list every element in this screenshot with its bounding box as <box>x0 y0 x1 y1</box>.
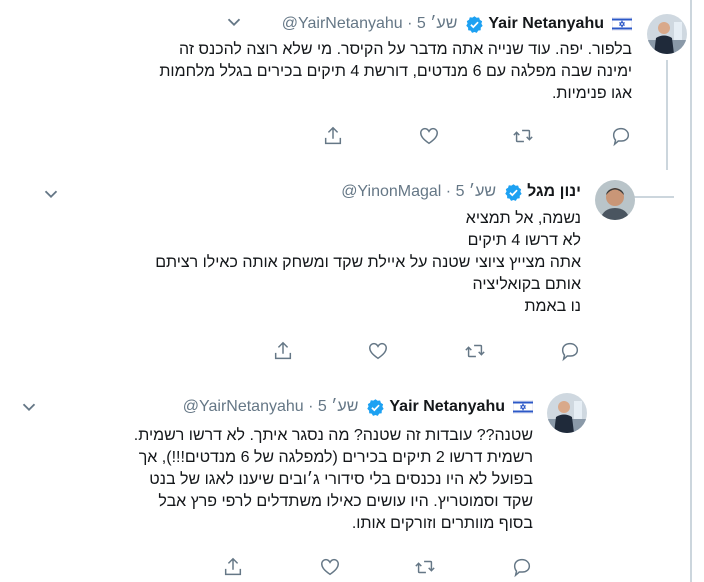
tweet-line: בסוף מוותרים וזורקים אותו. <box>351 515 533 532</box>
thread-line <box>690 0 692 582</box>
handle-time: @YairNetanyahu · 5 שע׳ <box>182 398 359 415</box>
retweet-icon[interactable] <box>414 556 436 578</box>
tweet-line: אתה מצייץ ציוצי שטנה על איילת שקד ומשחק … <box>155 254 581 271</box>
verified-icon <box>504 183 523 202</box>
tweet-line: ימינה שבה מפלגה עם 6 מנדטים, דורשת 4 תיק… <box>159 63 632 80</box>
tweet-line: בלפור. יפה. עוד שנייה אתה מדבר על הקיסר.… <box>179 41 632 58</box>
share-icon[interactable] <box>322 125 344 147</box>
reply-icon[interactable] <box>511 556 533 578</box>
like-icon[interactable] <box>367 340 389 362</box>
handle[interactable]: @YinonMagal <box>341 183 441 200</box>
tweet-text: בלפור. יפה. עוד שנייה אתה מדבר על הקיסר.… <box>159 39 632 105</box>
thread-line <box>666 60 668 170</box>
like-icon[interactable] <box>319 556 341 578</box>
tweet-actions <box>0 125 704 147</box>
share-icon[interactable] <box>272 340 294 362</box>
tweet-header: Yair Netanyahu @YairNetanyahu · 5 שע׳ <box>182 396 534 418</box>
israel-flag-icon <box>512 399 534 415</box>
avatar[interactable] <box>595 180 635 220</box>
display-name[interactable]: Yair Netanyahu <box>488 15 604 33</box>
tweet-line: נשמה, אל תמציא <box>465 210 581 227</box>
verified-icon <box>366 398 385 417</box>
tweet-actions <box>0 556 704 578</box>
timestamp[interactable]: 5 שע׳ <box>456 183 497 200</box>
avatar[interactable] <box>547 393 587 433</box>
tweet-line: בפועל לא היו נכנסים בלי סידורי ג׳ובים שי… <box>149 471 533 488</box>
handle[interactable]: @YairNetanyahu <box>183 398 304 415</box>
timestamp[interactable]: 5 שע׳ <box>318 398 359 415</box>
retweet-icon[interactable] <box>464 340 486 362</box>
tweet-line: לא דרשו 4 תיקים <box>467 232 581 249</box>
verified-icon <box>465 15 484 34</box>
tweet: ינון מגל @YinonMagal · 5 שע׳ נשמה, אל תמ… <box>30 181 581 321</box>
handle-time: @YairNetanyahu · 5 שע׳ <box>281 15 458 32</box>
tweet-header: Yair Netanyahu @YairNetanyahu · 5 שע׳ <box>281 13 633 35</box>
tweet-text: נשמה, אל תמציא לא דרשו 4 תיקים אתה מצייץ… <box>155 208 581 318</box>
tweet-line: שקד וסמוטריץ. היו עושים כאילו משתדלים לר… <box>158 493 533 510</box>
reply-icon[interactable] <box>610 125 632 147</box>
tweet-actions <box>0 340 704 362</box>
tweet-line: אותם בקואליציה <box>472 276 581 293</box>
tweet-text: שטנה?? עובדות זה שטנה? מה נסגר איתך. לא … <box>134 425 533 535</box>
tweet-line: רשמית דרשו 2 תיקים בכירים (למפלגה של 6 מ… <box>138 449 533 466</box>
reply-icon[interactable] <box>559 340 581 362</box>
timestamp[interactable]: 5 שע׳ <box>417 15 458 32</box>
display-name[interactable]: ינון מגל <box>527 183 581 201</box>
tweet-line: נו באמת <box>524 298 582 315</box>
handle[interactable]: @YairNetanyahu <box>282 15 403 32</box>
tweet: Yair Netanyahu @YairNetanyahu · 5 שע׳ שט… <box>30 396 534 546</box>
israel-flag-icon <box>611 16 633 32</box>
avatar[interactable] <box>647 14 687 54</box>
handle-time: @YinonMagal · 5 שע׳ <box>341 183 497 200</box>
tweet-line: שטנה?? עובדות זה שטנה? מה נסגר איתך. לא … <box>133 427 533 444</box>
display-name[interactable]: Yair Netanyahu <box>389 398 505 416</box>
like-icon[interactable] <box>418 125 440 147</box>
tweet-header: ינון מגל @YinonMagal · 5 שע׳ <box>341 181 581 203</box>
retweet-icon[interactable] <box>512 125 534 147</box>
tweet-line: אגו פנימיות. <box>551 85 632 102</box>
share-icon[interactable] <box>222 556 244 578</box>
